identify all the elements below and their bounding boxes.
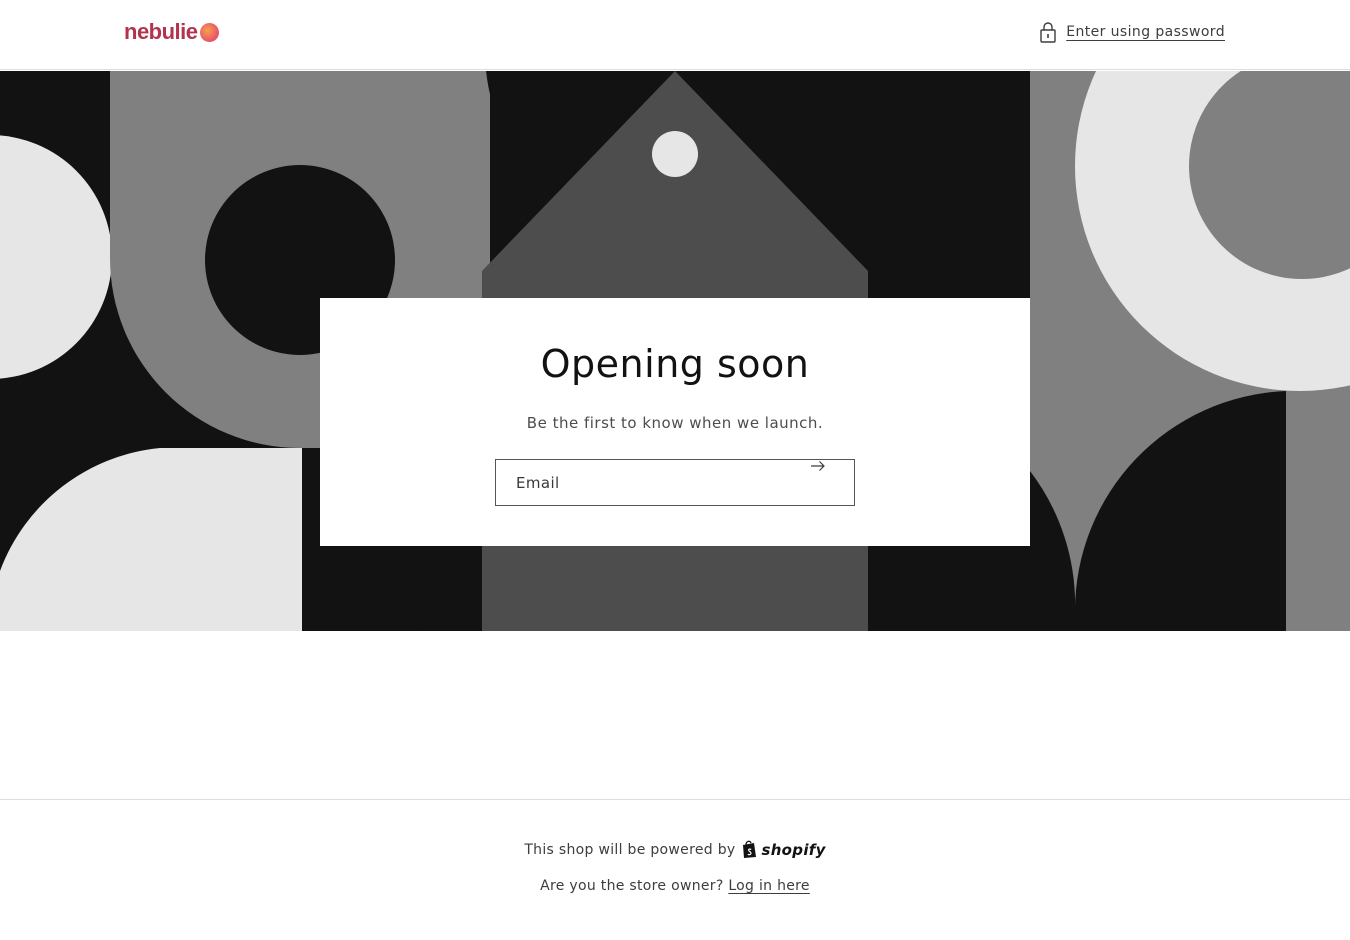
store-logo[interactable]: nebulie xyxy=(124,18,219,46)
page-subtitle: Be the first to know when we launch. xyxy=(526,414,824,432)
site-footer: This shop will be powered by shopify Are… xyxy=(0,799,1350,940)
owner-question-text: Are you the store owner? xyxy=(540,878,724,894)
enter-password-link[interactable]: Enter using password xyxy=(1039,21,1225,43)
email-input[interactable] xyxy=(496,460,816,505)
login-link[interactable]: Log in here xyxy=(728,878,810,894)
store-owner-line: Are you the store owner? Log in here xyxy=(0,878,1350,894)
powered-by-text: This shop will be powered by xyxy=(524,841,736,858)
arrow-right-icon xyxy=(811,461,825,471)
enter-password-label: Enter using password xyxy=(1066,24,1225,40)
lock-icon xyxy=(1040,22,1056,43)
newsletter-card: Opening soon Be the first to know when w… xyxy=(320,298,1030,546)
powered-by: This shop will be powered by shopify xyxy=(0,840,1350,859)
hero-banner: Opening soon Be the first to know when w… xyxy=(0,71,1350,631)
shopify-logo-link[interactable]: shopify xyxy=(741,840,825,859)
page-title: Opening soon xyxy=(540,342,810,386)
logo-wordmark: nebulie xyxy=(124,19,198,44)
logo-sun-icon xyxy=(199,22,219,42)
shopify-wordmark: shopify xyxy=(761,840,826,859)
subscribe-submit-button[interactable] xyxy=(810,460,854,505)
email-form xyxy=(495,459,855,506)
site-header: nebulie Enter using password xyxy=(0,0,1350,70)
shopify-bag-icon xyxy=(743,840,757,858)
